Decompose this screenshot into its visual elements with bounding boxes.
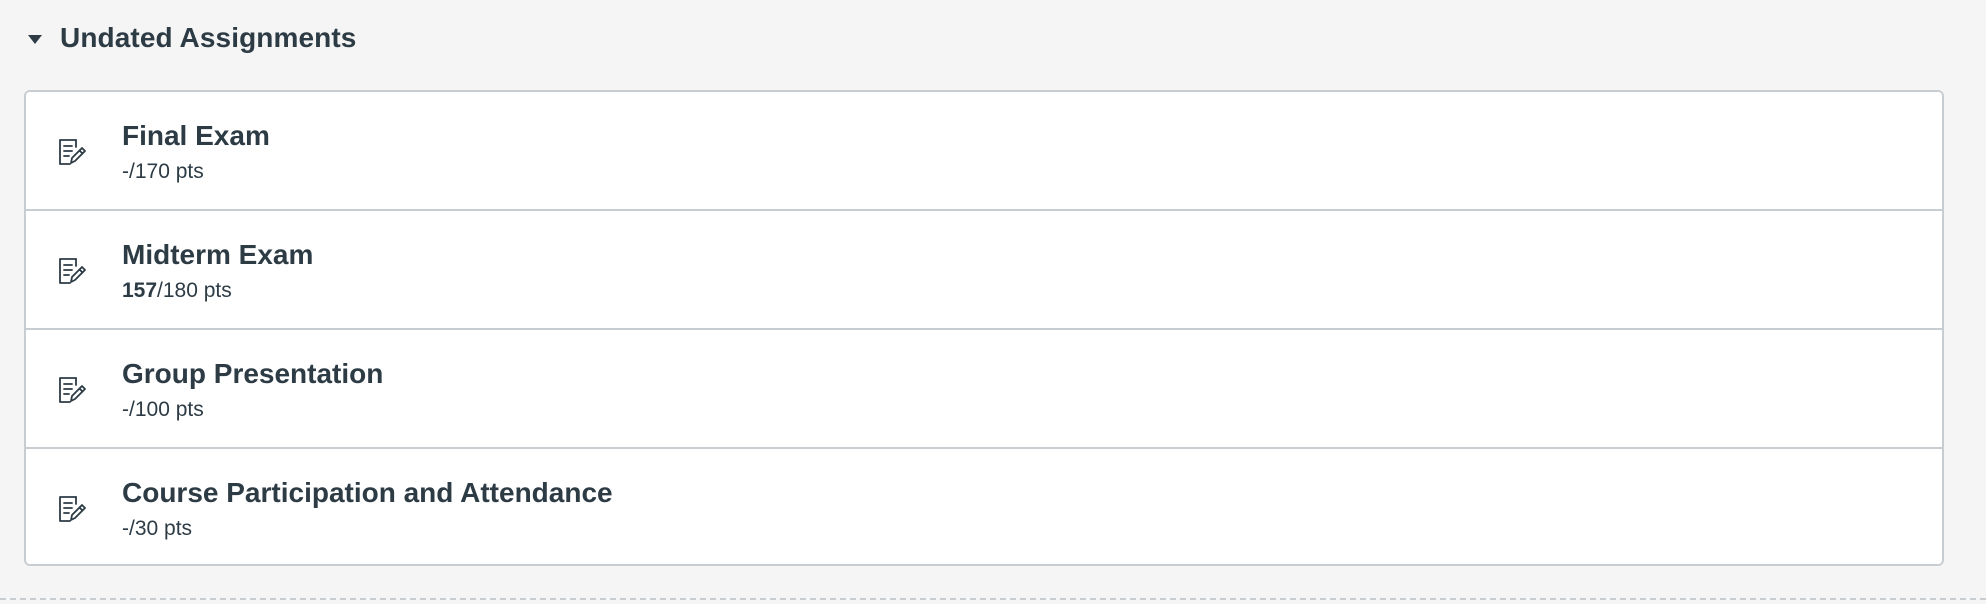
- assignments-page: Undated Assignments Final Exam -/170 pts: [0, 0, 1986, 604]
- group-title: Undated Assignments: [60, 22, 357, 53]
- score-earned: -: [122, 398, 129, 421]
- score-possible: /100 pts: [129, 398, 204, 421]
- score-earned: -: [122, 160, 129, 183]
- assignment-title-link[interactable]: Group Presentation: [122, 358, 383, 390]
- assignment-title-link[interactable]: Course Participation and Attendance: [122, 477, 613, 509]
- score-earned: -: [122, 517, 129, 540]
- assignment-score: -/170 pts: [122, 160, 204, 184]
- assignment-row[interactable]: Midterm Exam 157/180 pts: [26, 211, 1942, 330]
- assignment-icon: [56, 374, 88, 406]
- section-divider: [0, 598, 1986, 600]
- assignment-title-link[interactable]: Final Exam: [122, 120, 270, 152]
- assignment-list: Final Exam -/170 pts Midterm Exam 157/18…: [24, 90, 1944, 566]
- score-earned: 157: [122, 279, 158, 302]
- score-possible: /30 pts: [129, 517, 193, 540]
- assignment-score: -/100 pts: [122, 398, 204, 422]
- assignment-icon: [56, 255, 88, 287]
- assignment-row[interactable]: Final Exam -/170 pts: [26, 92, 1942, 211]
- score-possible: /170 pts: [129, 160, 204, 183]
- assignment-row[interactable]: Course Participation and Attendance -/30…: [26, 449, 1942, 564]
- assignment-score: -/30 pts: [122, 517, 192, 541]
- assignment-icon: [56, 136, 88, 168]
- assignment-score: 157/180 pts: [122, 279, 232, 303]
- assignment-title-link[interactable]: Midterm Exam: [122, 239, 313, 271]
- assignment-row[interactable]: Group Presentation -/100 pts: [26, 330, 1942, 449]
- caret-down-icon: [28, 34, 42, 44]
- score-possible: /180 pts: [157, 279, 232, 302]
- assignment-icon: [56, 493, 88, 525]
- undated-assignments-toggle[interactable]: Undated Assignments: [28, 14, 356, 62]
